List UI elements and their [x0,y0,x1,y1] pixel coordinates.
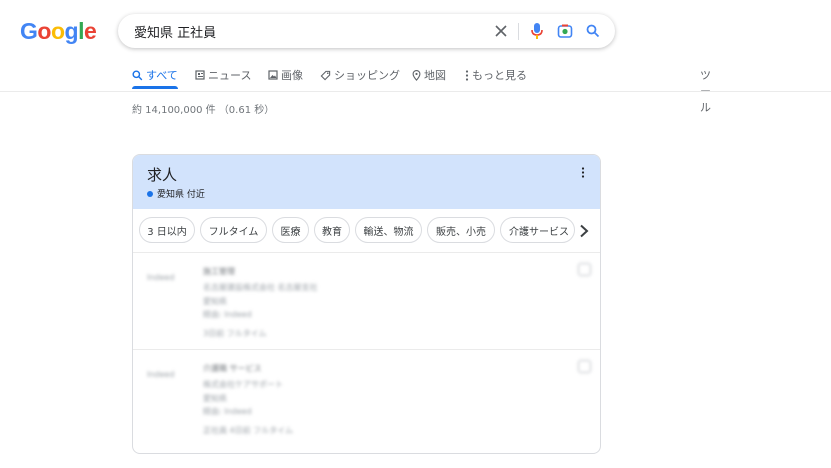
bookmark-icon[interactable] [578,360,591,373]
chevron-right-icon[interactable] [579,223,589,242]
logo-letter: o [37,18,51,44]
google-logo[interactable]: Google [20,18,97,45]
tab-label: すべて [146,69,178,82]
jobs-title: 求人 [147,166,178,184]
job-source: 経由: Indeed [203,407,252,416]
job-listing[interactable]: Indeed 介護職 サービス 株式会社ケアサポート 愛知県 経由: Indee… [133,350,600,446]
chip-medical[interactable]: 医療 [272,217,309,243]
job-meta: 正社員 4日前 フルタイム [203,426,294,435]
job-title: 介護職 サービス [203,364,262,373]
job-listing[interactable]: Indeed 施工管理 名古屋建設株式会社 名古屋支社 愛知県 経由: Inde… [133,253,600,349]
logo-letter: o [50,18,65,44]
job-location: 愛知県 [203,394,227,403]
jobs-location: 愛知県 付近 [147,187,205,200]
pin-icon [412,69,421,81]
logo-letter: G [20,18,38,44]
header-divider [0,91,831,92]
search-icon [132,69,143,80]
tab-maps[interactable]: 地図 [412,67,446,83]
employer-logo: Indeed [147,370,175,379]
job-company: 名古屋建設株式会社 名古屋支社 [203,283,318,292]
image-icon [268,70,278,80]
chip-education[interactable]: 教育 [314,217,350,243]
tab-images[interactable]: 画像 [268,67,303,83]
tab-label: もっと見る [472,69,527,82]
tab-shopping[interactable]: ショッピング [320,67,400,83]
chip-3-days[interactable]: 3 日以内 [139,217,195,243]
jobs-location-label: 愛知県 付近 [157,190,205,200]
more-vert-icon[interactable] [581,167,585,181]
lens-icon[interactable] [555,21,575,41]
jobs-card: 求人 愛知県 付近 3 日以内 フルタイム 医療 教育 輸送、物流 販売、小売 … [132,154,601,454]
tab-label: ショッピング [334,69,400,82]
result-stats: 約 14,100,000 件 （0.61 秒） [132,105,275,116]
tag-icon [320,70,331,80]
logo-letter: e [83,18,97,44]
tab-news[interactable]: ニュース [195,67,251,83]
search-box[interactable]: 愛知県 正社員 [118,14,615,48]
employer-logo: Indeed [147,273,175,282]
job-source: 経由: Indeed [203,310,252,319]
search-divider [518,23,519,40]
active-tab-indicator [132,86,178,89]
job-filter-chips: 3 日以内 フルタイム 医療 教育 輸送、物流 販売、小売 介護サービス [133,210,600,252]
microphone-icon[interactable] [527,21,547,41]
job-company: 株式会社ケアサポート [203,380,283,389]
chip-retail[interactable]: 販売、小売 [427,217,495,243]
tab-label: ニュース [208,69,252,82]
search-icon[interactable] [583,21,603,41]
tab-label: 画像 [281,69,303,82]
job-title: 施工管理 [203,267,235,276]
tab-all[interactable]: すべて [132,67,178,83]
tab-more[interactable]: もっと見る [465,67,527,83]
chip-care-service[interactable]: 介護サービス [500,217,575,243]
close-icon[interactable] [491,21,511,41]
job-meta: 3日前 フルタイム [203,329,267,338]
search-input[interactable]: 愛知県 正社員 [134,22,216,41]
tab-label: 地図 [424,69,446,82]
bookmark-icon[interactable] [578,263,591,276]
chip-logistics[interactable]: 輸送、物流 [355,217,422,243]
jobs-header[interactable]: 求人 愛知県 付近 [133,155,600,209]
logo-letter: g [64,18,79,44]
chip-full-time[interactable]: フルタイム [200,217,267,243]
news-icon [195,70,205,80]
location-dot-icon [147,190,153,197]
more-vert-icon [465,69,469,81]
job-location: 愛知県 [203,297,227,306]
